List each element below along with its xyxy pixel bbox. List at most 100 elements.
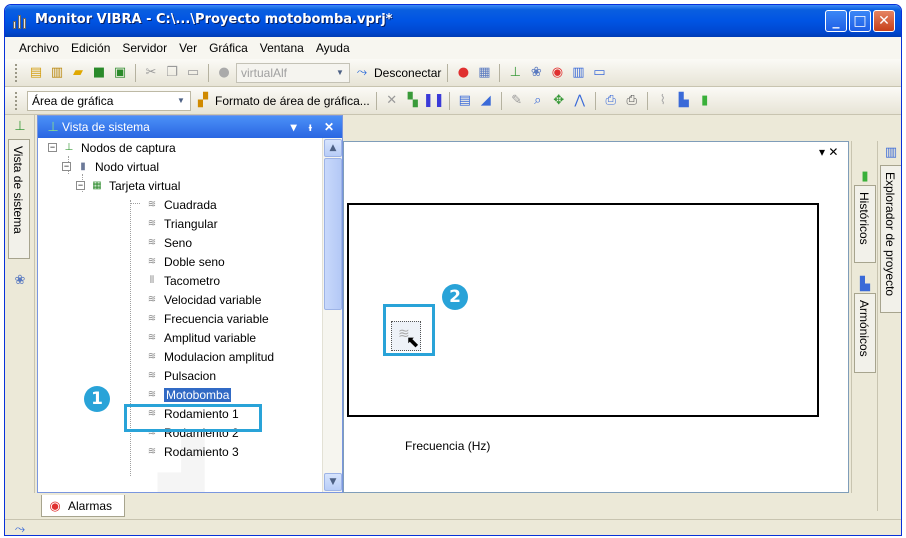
capture-node-icon[interactable]: ⊥: [11, 117, 29, 135]
toolbar-grip[interactable]: [15, 63, 18, 82]
maximize-button[interactable]: □: [849, 10, 871, 32]
menu-archivo[interactable]: Archivo: [13, 41, 65, 55]
pin-icon[interactable]: ᵻ: [309, 120, 312, 134]
tree-node-signal[interactable]: ≋ Frecuencia variable: [144, 309, 269, 328]
pause-icon[interactable]: ❚❚: [423, 92, 445, 110]
tree-node-signal[interactable]: ≋ Rodamiento 3: [144, 442, 239, 461]
signals-icon[interactable]: ❀: [527, 64, 545, 82]
toolbar-separator: [500, 91, 502, 110]
zoom-icon[interactable]: ⌕: [529, 92, 547, 110]
scroll-up-icon[interactable]: ▲: [324, 139, 342, 157]
format-area-button[interactable]: Formato de área de gráfica...: [215, 94, 370, 108]
new-chart-icon[interactable]: ▥: [48, 64, 66, 82]
server-combo-value: virtualAlf: [241, 65, 288, 80]
toolbar-separator: [135, 63, 136, 82]
tree-node-signal[interactable]: ≋ Doble seno: [144, 252, 225, 271]
disconnect-icon[interactable]: ⤳: [353, 64, 371, 82]
signal-icon: ≋: [147, 351, 157, 362]
close-button[interactable]: ✕: [873, 10, 895, 32]
panel-close-icon[interactable]: ✕: [324, 120, 334, 134]
history-icon[interactable]: ▮: [856, 167, 874, 185]
scroll-down-icon[interactable]: ▼: [324, 473, 342, 491]
save-icon[interactable]: ■: [90, 64, 108, 82]
callout-box-2: [383, 304, 435, 356]
copy-icon[interactable]: ❐: [163, 64, 181, 82]
tree-node-signal[interactable]: ≋ Seno: [144, 233, 192, 252]
history-icon[interactable]: ▮: [696, 92, 714, 110]
peak-icon[interactable]: ⋀: [571, 92, 589, 110]
report-icon[interactable]: ▥: [569, 64, 587, 82]
tree-scrollbar[interactable]: ▲ ▼: [322, 138, 342, 492]
server-combo[interactable]: virtualAlf ▼: [236, 62, 350, 83]
capture-node-icon[interactable]: ⊥: [506, 64, 524, 82]
panel-dropdown-icon[interactable]: ▾: [291, 120, 297, 134]
marker-icon[interactable]: ◢: [477, 92, 495, 110]
cursor-icon[interactable]: ▚: [404, 92, 422, 110]
document-controls[interactable]: ▾ ✕: [819, 145, 838, 159]
project-icon[interactable]: ▥: [882, 143, 900, 161]
signal-icon: ≋: [147, 237, 157, 248]
menu-ventana[interactable]: Ventana: [254, 41, 310, 55]
tree-node-signal[interactable]: ≋ Velocidad variable: [144, 290, 262, 309]
legend-icon[interactable]: ▤: [456, 92, 474, 110]
tree-label: Tacometro: [164, 273, 221, 288]
system-view-title: Vista de sistema: [62, 120, 150, 134]
menu-edicion[interactable]: Edición: [65, 41, 116, 55]
system-tree: ▟ − ⊥ Nodos de captura − ▮ Nodo virtual …: [38, 138, 322, 492]
cut-icon[interactable]: ✂: [142, 64, 160, 82]
signals-icon[interactable]: ❀: [11, 271, 29, 289]
record-icon[interactable]: ●: [454, 64, 472, 82]
alarms-icon[interactable]: ◉: [548, 64, 566, 82]
chevron-down-icon[interactable]: ▼: [174, 93, 188, 109]
tree-node-signal[interactable]: ≋ Triangular: [144, 214, 218, 233]
save-all-icon[interactable]: ▣: [111, 64, 129, 82]
paste-icon[interactable]: ▭: [184, 64, 202, 82]
clear-icon[interactable]: ✕: [383, 92, 401, 110]
scroll-thumb[interactable]: [324, 158, 342, 310]
tree-node-signal[interactable]: ⫴ Tacometro: [144, 271, 220, 290]
tree-node-signal[interactable]: ≋ Cuadrada: [144, 195, 217, 214]
pen-icon[interactable]: ✎: [508, 92, 526, 110]
title-bar[interactable]: Monitor VIBRA - C:\...\Proyecto motobomb…: [5, 5, 901, 37]
toolbar-grip[interactable]: [15, 91, 18, 110]
area-combo[interactable]: Área de gráfica ▼: [27, 90, 191, 111]
menu-grafica[interactable]: Gráfica: [203, 41, 254, 55]
collapse-icon[interactable]: −: [48, 143, 57, 152]
tab-historicos[interactable]: Históricos: [854, 185, 876, 263]
tree-node-signal[interactable]: ≋ Modulacion amplitud: [144, 347, 274, 366]
tree-node-capture-root[interactable]: − ⊥ Nodos de captura: [48, 138, 176, 157]
waveform-icon[interactable]: ⌇: [654, 92, 672, 110]
pan-icon[interactable]: ✥: [550, 92, 568, 110]
tree-node-card[interactable]: − ▦ Tarjeta virtual: [76, 176, 180, 195]
collapse-icon[interactable]: −: [62, 162, 71, 171]
spectrum-icon[interactable]: ▙: [675, 92, 693, 110]
menu-ayuda[interactable]: Ayuda: [310, 41, 356, 55]
spectrum-icon[interactable]: ▙: [856, 275, 874, 293]
toolbar-separator: [594, 91, 596, 110]
tree-node-signal-selected[interactable]: ≋ Motobomba: [144, 385, 232, 404]
print-icon[interactable]: ⎙: [623, 92, 641, 110]
chevron-down-icon[interactable]: ▼: [333, 65, 347, 81]
minimize-button[interactable]: _: [825, 10, 847, 32]
tree-label: Velocidad variable: [164, 292, 262, 307]
tab-armonicos[interactable]: Armónicos: [854, 293, 876, 373]
window-icon[interactable]: ▭: [590, 64, 608, 82]
tab-historicos-label: Históricos: [857, 192, 871, 245]
signal-icon: ≋: [147, 389, 157, 400]
toolbar-separator: [646, 91, 648, 110]
tree-node-virtual[interactable]: − ▮ Nodo virtual: [62, 157, 159, 176]
tab-alarms[interactable]: ◉ Alarmas: [41, 495, 125, 517]
disconnect-button[interactable]: Desconectar: [374, 66, 441, 80]
print-preview-icon[interactable]: ⎙: [602, 92, 620, 110]
tree-node-signal[interactable]: ≋ Pulsacion: [144, 366, 216, 385]
collapse-icon[interactable]: −: [76, 181, 85, 190]
tab-project-explorer[interactable]: Explorador de proyecto: [880, 165, 901, 313]
format-area-icon[interactable]: ▞: [194, 92, 212, 110]
tab-system-view[interactable]: Vista de sistema: [8, 139, 30, 259]
properties-icon[interactable]: ▦: [475, 64, 493, 82]
menu-ver[interactable]: Ver: [173, 41, 203, 55]
tree-node-signal[interactable]: ≋ Amplitud variable: [144, 328, 256, 347]
new-project-icon[interactable]: ▤: [27, 64, 45, 82]
open-folder-icon[interactable]: ▰: [69, 64, 87, 82]
menu-servidor[interactable]: Servidor: [116, 41, 173, 55]
